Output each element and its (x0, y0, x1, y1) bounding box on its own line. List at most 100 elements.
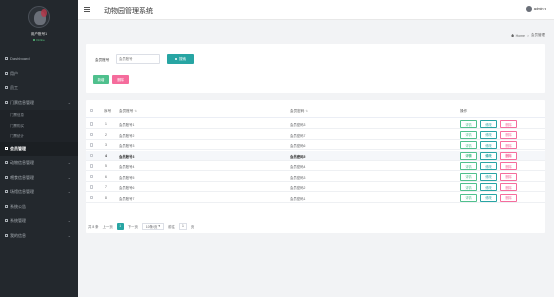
cell-no: 2 (105, 132, 107, 137)
detail-button[interactable]: 详情 (460, 141, 477, 149)
sidebar-item-label: 用户 (10, 70, 18, 76)
delete-button[interactable]: 删除 (500, 141, 517, 149)
table-row[interactable]: 8 会员账号7 会员密码1 详情 修改 删除 (86, 193, 545, 203)
sidebar-item-label: 系统公告 (10, 203, 26, 209)
detail-button[interactable]: 详情 (460, 130, 477, 139)
sidebar-item[interactable]: 门票信息管理 ⌄ (0, 96, 78, 111)
sidebar-item-label: 会员管理 (10, 145, 26, 151)
delete-button[interactable]: 删除 (500, 120, 517, 128)
detail-button[interactable]: 详情 (460, 162, 477, 170)
cell-password: 会员密码3 (290, 175, 306, 180)
select-all-checkbox[interactable] (90, 109, 94, 113)
sidebar-item[interactable]: 用户 (0, 67, 78, 82)
row-checkbox[interactable] (90, 122, 94, 126)
row-checkbox[interactable] (90, 174, 94, 179)
edit-button[interactable]: 修改 (480, 151, 497, 160)
app-title: 动物园管理系统 (104, 8, 153, 15)
sidebar-item-label: 员工 (10, 85, 18, 90)
sidebar-item[interactable]: 系统管理 ⌄ (0, 214, 78, 229)
row-checkbox[interactable] (90, 153, 94, 158)
sidebar-item[interactable]: 我的信息 ⌄ (0, 229, 78, 244)
header-password[interactable]: 会员密码⇅ (290, 109, 308, 114)
table-row[interactable]: 3 会员账号3 会员密码6 详情 修改 删除 (86, 140, 545, 150)
pagination-current[interactable]: 1 (116, 222, 124, 230)
sidebar-item[interactable]: Dashboard (0, 52, 78, 67)
table-row[interactable]: 2 会员账号2 会员密码7 详情 修改 删除 (86, 130, 545, 140)
row-checkbox[interactable] (90, 164, 94, 168)
delete-button[interactable]: 删除 (500, 130, 517, 139)
pagination-goto-label: 前往 (168, 224, 175, 229)
table-row[interactable]: 6 会员账号5 会员密码3 详情 修改 删除 (86, 172, 545, 182)
pagination-next[interactable]: 下一页 (128, 224, 138, 229)
user-name: admin (533, 7, 544, 11)
edit-button[interactable]: 修改 (480, 130, 497, 139)
avatar[interactable] (28, 6, 50, 28)
table-row[interactable]: 4 会员账号3 会员密码5 详情 修改 删除 (86, 150, 545, 161)
table-row[interactable]: 7 会员账号6 会员密码2 详情 修改 删除 (86, 182, 545, 192)
hamburger-icon[interactable] (84, 7, 90, 12)
edit-button[interactable]: 修改 (480, 172, 497, 181)
delete-button[interactable]: 删除 (500, 193, 517, 202)
detail-button[interactable]: 详情 (460, 151, 477, 160)
sidebar-item[interactable]: 动物信息管理 ⌄ (0, 156, 78, 171)
menu-icon (5, 86, 8, 90)
sidebar-item-label: Dashboard (10, 56, 30, 61)
sidebar-item-label: 动物信息管理 (10, 160, 34, 165)
sidebar-item-label: 我的信息 (10, 232, 26, 238)
menu-icon (5, 190, 8, 194)
row-actions: 详情 修改 删除 (460, 183, 520, 191)
table-row[interactable]: 1 会员账号1 会员密码3 详情 修改 删除 (86, 119, 545, 129)
sidebar-item[interactable]: 会员管理 (0, 141, 78, 156)
menu-icon (5, 71, 8, 75)
table-row[interactable]: 5 会员账号4 会员密码4 详情 修改 删除 (86, 161, 545, 171)
sidebar-item-label: 场馆信息管理 (10, 189, 34, 194)
breadcrumb-home[interactable]: Home (516, 34, 525, 38)
sidebar-item[interactable]: 系统公告 (0, 200, 78, 215)
detail-button[interactable]: 详情 (460, 193, 477, 202)
row-checkbox[interactable] (90, 132, 94, 137)
header-name[interactable]: 会员账号⇅ (119, 109, 137, 114)
sidebar-item[interactable]: 门票信息 (0, 110, 78, 121)
pagination-goto-input[interactable]: 1 (178, 222, 187, 230)
delete-button[interactable]: 删除 (500, 151, 517, 160)
detail-button[interactable]: 详情 (460, 183, 477, 191)
pagination-total: 共 8 条 (88, 224, 99, 229)
sidebar-item[interactable]: 场馆信息管理 ⌄ (0, 185, 78, 200)
sidebar-item[interactable]: 喂食信息管理 ⌄ (0, 171, 78, 186)
menu-icon (5, 175, 8, 179)
row-checkbox[interactable] (90, 195, 94, 200)
detail-button[interactable]: 详情 (460, 120, 477, 128)
edit-button[interactable]: 修改 (480, 120, 497, 128)
cell-name: 会员账号3 (119, 144, 135, 148)
page-size-value: 10条/页 (145, 224, 158, 229)
chevron-down-icon: ⌄ (67, 218, 71, 223)
edit-button[interactable]: 修改 (480, 141, 497, 149)
add-button[interactable]: 新增 (93, 75, 109, 84)
sidebar-item[interactable]: 门票统计 (0, 131, 78, 142)
sidebar-item[interactable]: 门票购买 (0, 120, 78, 131)
edit-button[interactable]: 修改 (480, 193, 497, 202)
chevron-down-icon: ⌄ (67, 99, 71, 105)
status-dot-icon (33, 39, 36, 42)
menu-icon (5, 100, 8, 104)
delete-button[interactable]: 删除 (500, 172, 517, 181)
row-checkbox[interactable] (90, 185, 94, 189)
detail-button[interactable]: 详情 (460, 172, 477, 181)
sidebar-item-label: 门票购买 (10, 123, 24, 128)
row-checkbox[interactable] (90, 143, 94, 147)
delete-button[interactable]: 删除 (500, 183, 517, 191)
search-button[interactable]: 搜索 (167, 54, 194, 64)
search-input[interactable] (116, 54, 160, 64)
status-label: Online (36, 38, 45, 42)
edit-button[interactable]: 修改 (480, 183, 497, 191)
pagination-prev[interactable]: 上一页 (103, 224, 113, 229)
cell-no: 5 (105, 164, 107, 168)
pagination-size-select[interactable]: 10条/页 ▾ (141, 222, 165, 230)
user-menu[interactable]: admin ▾ (525, 6, 546, 12)
sidebar-item[interactable]: 员工 (0, 81, 78, 96)
delete-button[interactable]: 删除 (500, 162, 517, 170)
edit-button[interactable]: 修改 (480, 162, 497, 170)
cell-password: 会员密码4 (290, 165, 306, 169)
batch-delete-button[interactable]: 删除 (112, 75, 129, 84)
cell-password: 会员密码6 (290, 144, 306, 148)
